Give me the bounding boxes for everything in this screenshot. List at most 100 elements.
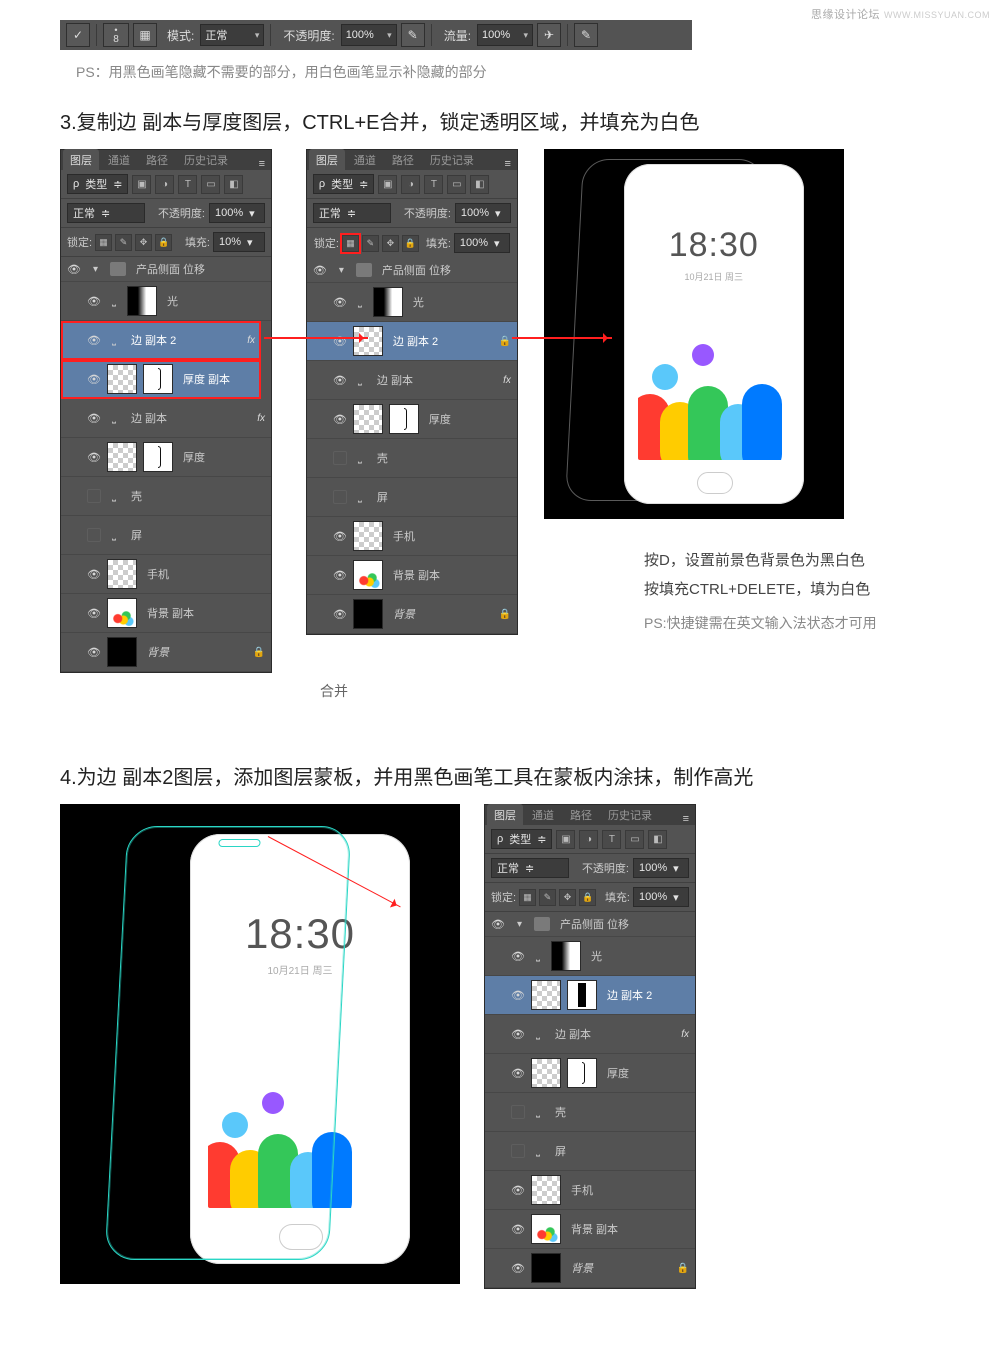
visibility-icon[interactable]: 👁 bbox=[87, 607, 101, 620]
opacity-value[interactable]: 100% ▾ bbox=[455, 203, 511, 223]
tab-history[interactable]: 历史记录 bbox=[177, 149, 235, 170]
layer-row[interactable]: ⎵壳 bbox=[485, 1093, 695, 1132]
group-name: 产品侧面 位移 bbox=[136, 261, 205, 277]
arrow-1 bbox=[264, 337, 368, 339]
layer-row[interactable]: 👁⎵光 bbox=[61, 282, 271, 321]
layer-group[interactable]: 👁 ▾ 产品侧面 位移 bbox=[61, 257, 271, 282]
layer-thumb bbox=[107, 598, 137, 628]
arrow-2 bbox=[512, 337, 612, 339]
mask-thumb bbox=[143, 442, 173, 472]
layer-row[interactable]: 👁⎵光 bbox=[485, 937, 695, 976]
layer-row[interactable]: 👁厚度 bbox=[485, 1054, 695, 1093]
layer-group[interactable]: 👁▾ 产品侧面 位移 bbox=[307, 258, 517, 283]
layer-row[interactable]: ⎵屏 bbox=[61, 516, 271, 555]
layer-row[interactable]: 👁厚度 bbox=[307, 400, 517, 439]
opacity-label: 不透明度: bbox=[283, 27, 334, 44]
layer-row-bg[interactable]: 👁背景🔒 bbox=[485, 1249, 695, 1288]
blend-mode-dropdown[interactable]: 正常 ≑ bbox=[313, 203, 391, 223]
layer-row-selected[interactable]: 👁边 副本 2 bbox=[485, 976, 695, 1015]
lock-pixels-icon[interactable]: ✎ bbox=[115, 234, 132, 251]
watermark: 思缘设计论坛WWW.MISSYUAN.COM bbox=[811, 6, 990, 22]
brush-options-bar: ✓ 8 ▦ 模式: 正常▾ 不透明度: 100%▾ ✎ 流量: 100%▾ ✈ … bbox=[60, 20, 692, 50]
visibility-off-icon[interactable] bbox=[87, 528, 101, 542]
fold-icon[interactable]: ▾ bbox=[87, 264, 104, 275]
layer-row-bg[interactable]: 👁背景🔒 bbox=[61, 633, 271, 672]
panel-menu-icon[interactable]: ≡ bbox=[683, 813, 689, 825]
layer-row-selected[interactable]: 👁边 副本 2🔒 bbox=[307, 322, 517, 361]
opacity-label: 不透明度: bbox=[158, 205, 205, 221]
visibility-icon[interactable]: 👁 bbox=[87, 412, 101, 425]
brush-preset-icon[interactable]: ▦ bbox=[133, 23, 157, 47]
tablet-opacity-icon[interactable]: ✎ bbox=[401, 23, 425, 47]
opacity-dropdown[interactable]: 100%▾ bbox=[341, 24, 397, 46]
visibility-icon[interactable]: 👁 bbox=[87, 334, 101, 347]
layer-row-bg[interactable]: 👁背景🔒 bbox=[307, 595, 517, 634]
layer-thumb bbox=[127, 286, 157, 316]
brush-size[interactable]: 8 bbox=[103, 23, 129, 47]
layers-panel-b: 图层 通道 路径 历史记录 ≡ ρ 类型 ≑ ▣◑T▭◧ 正常 ≑ 不透明度: … bbox=[306, 149, 518, 635]
layer-row[interactable]: 👁手机 bbox=[307, 517, 517, 556]
lock-icon: 🔒 bbox=[498, 336, 510, 347]
visibility-icon[interactable]: 👁 bbox=[87, 295, 101, 308]
fill-value[interactable]: 100% ▾ bbox=[454, 233, 510, 253]
opacity-value[interactable]: 100% ▾ bbox=[209, 203, 265, 223]
visibility-icon[interactable]: 👁 bbox=[87, 568, 101, 581]
filter-smart-icon[interactable]: ◧ bbox=[224, 175, 243, 194]
visibility-off-icon[interactable] bbox=[87, 489, 101, 503]
layer-row-selected[interactable]: 👁⎵边 副本 2fx bbox=[61, 321, 261, 360]
blend-mode-dropdown[interactable]: 正常 ≑ bbox=[67, 203, 145, 223]
layer-row[interactable]: 👁⎵边 副本fx bbox=[307, 361, 517, 400]
airbrush-icon[interactable]: ✈ bbox=[537, 23, 561, 47]
lock-transparent-icon[interactable]: ▦ bbox=[95, 234, 112, 251]
layer-row[interactable]: 👁背景 副本 bbox=[61, 594, 271, 633]
layer-row[interactable]: ⎵壳 bbox=[61, 477, 271, 516]
phone-date: 10月21日 周三 bbox=[638, 270, 790, 283]
layer-row[interactable]: ⎵屏 bbox=[307, 478, 517, 517]
lock-transparent-icon[interactable]: ▦ bbox=[342, 235, 359, 252]
layer-row[interactable]: 👁背景 副本 bbox=[307, 556, 517, 595]
lock-position-icon[interactable]: ✥ bbox=[135, 234, 152, 251]
visibility-icon[interactable]: 👁 bbox=[67, 263, 81, 276]
panel-menu-icon[interactable]: ≡ bbox=[259, 158, 265, 170]
filter-adjust-icon[interactable]: ◑ bbox=[155, 175, 174, 194]
visibility-icon[interactable]: 👁 bbox=[87, 646, 101, 659]
layer-thumb bbox=[107, 442, 137, 472]
tab-paths[interactable]: 路径 bbox=[139, 149, 175, 170]
layer-row[interactable]: 👁厚度 bbox=[61, 438, 271, 477]
visibility-icon[interactable]: 👁 bbox=[87, 451, 101, 464]
filter-type-icon[interactable]: T bbox=[178, 175, 197, 194]
panel-menu-icon[interactable]: ≡ bbox=[504, 158, 510, 170]
flow-dropdown[interactable]: 100%▾ bbox=[477, 24, 533, 46]
folder-icon bbox=[110, 262, 126, 276]
filter-pixel-icon[interactable]: ▣ bbox=[132, 175, 151, 194]
tablet-size-icon[interactable]: ✎ bbox=[574, 23, 598, 47]
lock-all-icon[interactable]: 🔒 bbox=[155, 234, 172, 251]
filter-shape-icon[interactable]: ▭ bbox=[201, 175, 220, 194]
visibility-icon[interactable]: 👁 bbox=[87, 373, 101, 386]
layer-row[interactable]: 👁⎵边 副本fx bbox=[485, 1015, 695, 1054]
layer-row[interactable]: 👁⎵光 bbox=[307, 283, 517, 322]
preview-image-b: 18:30 10月21日 周三 bbox=[60, 804, 460, 1284]
step-4-title: 4.为边 副本2图层，添加图层蒙板，并用黑色画笔工具在蒙板内涂抹，制作高光 bbox=[60, 761, 940, 790]
tab-channels[interactable]: 通道 bbox=[101, 149, 137, 170]
lock-icon: 🔒 bbox=[253, 647, 265, 658]
fill-value[interactable]: 10% ▾ bbox=[213, 232, 265, 252]
ps-note-top: PS：用黑色画笔隐藏不需要的部分，用白色画笔显示补隐藏的部分 bbox=[76, 62, 940, 82]
tab-layers[interactable]: 图层 bbox=[63, 149, 99, 170]
brush-tool-icon[interactable]: ✓ bbox=[66, 23, 90, 47]
layer-row[interactable]: 👁手机 bbox=[485, 1171, 695, 1210]
filter-kind-dropdown[interactable]: ρ 类型 ≑ bbox=[67, 174, 128, 194]
filter-kind-dropdown[interactable]: ρ 类型 ≑ bbox=[313, 174, 374, 194]
panel-b-caption: 合并 bbox=[320, 681, 348, 701]
layer-row[interactable]: 👁手机 bbox=[61, 555, 271, 594]
mask-thumb bbox=[143, 364, 173, 394]
layer-row[interactable]: ⎵壳 bbox=[307, 439, 517, 478]
layer-row[interactable]: 👁背景 副本 bbox=[485, 1210, 695, 1249]
tab-layers[interactable]: 图层 bbox=[309, 149, 345, 170]
layer-row[interactable]: 👁⎵边 副本fx bbox=[61, 399, 271, 438]
layer-row[interactable]: ⎵屏 bbox=[485, 1132, 695, 1171]
layer-group[interactable]: 👁▾ 产品侧面 位移 bbox=[485, 912, 695, 937]
side-caption-3: 按D，设置前景色背景色为黑白色 按填充CTRL+DELETE，填为白色 PS:快… bbox=[644, 547, 944, 637]
blend-mode-dropdown[interactable]: 正常▾ bbox=[200, 24, 264, 46]
layer-row-selected[interactable]: 👁厚度 副本 bbox=[61, 360, 261, 399]
